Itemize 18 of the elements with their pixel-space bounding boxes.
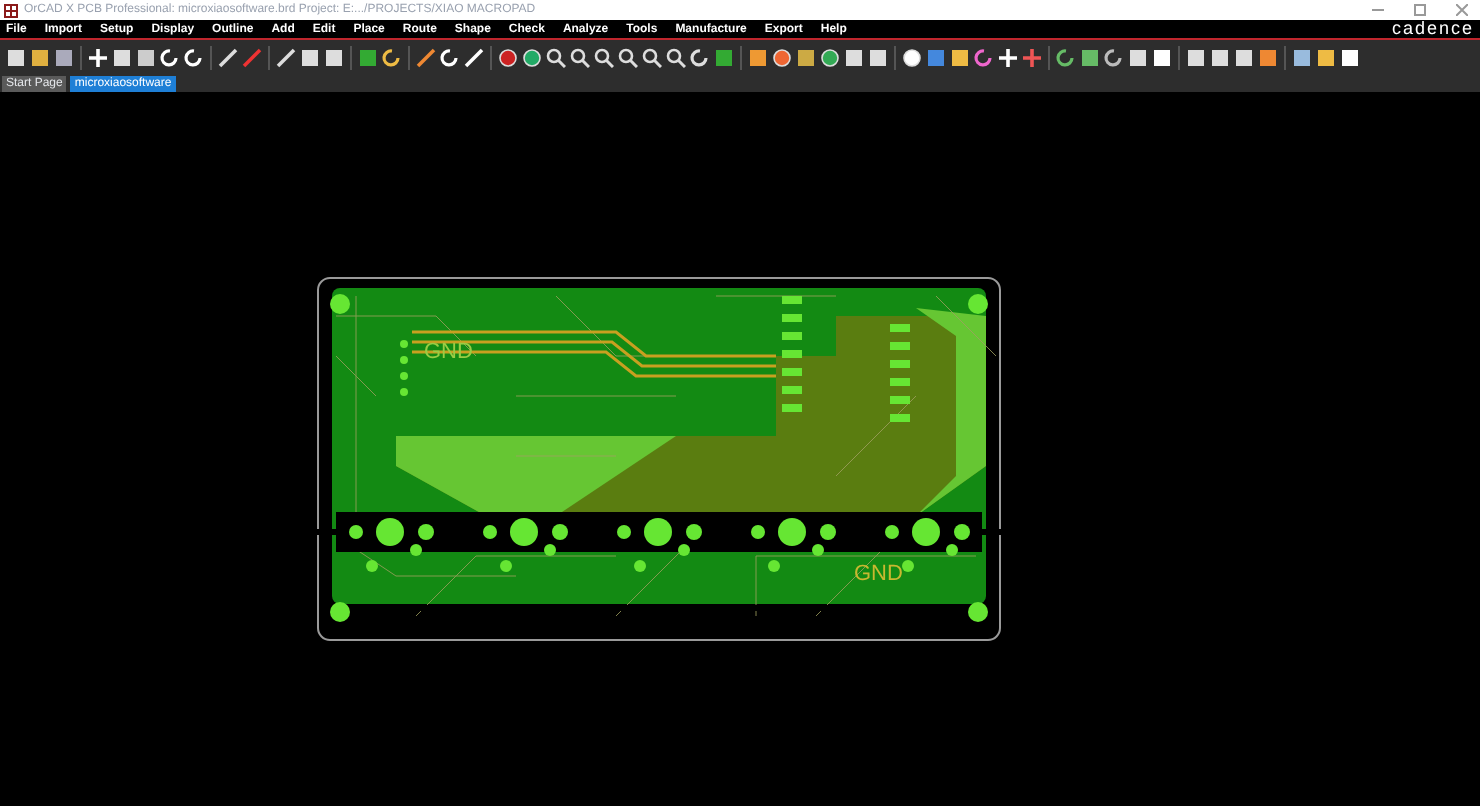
minimize-icon[interactable] bbox=[1372, 4, 1384, 16]
app-logo-icon bbox=[4, 3, 18, 17]
zoom-icon[interactable] bbox=[546, 47, 566, 67]
undo-icon[interactable] bbox=[160, 47, 180, 67]
net-label: GND bbox=[854, 562, 903, 586]
zoom-icon[interactable] bbox=[570, 47, 590, 67]
zoom-out-icon[interactable] bbox=[618, 47, 638, 67]
move-icon[interactable] bbox=[88, 47, 108, 67]
maximize-icon[interactable] bbox=[1414, 4, 1426, 16]
brand-logo: cadence bbox=[1391, 20, 1474, 38]
circle-icon[interactable] bbox=[498, 47, 518, 67]
zoom-in-icon[interactable] bbox=[594, 47, 614, 67]
zoom-icon[interactable] bbox=[666, 47, 686, 67]
redo-icon[interactable] bbox=[184, 47, 204, 67]
circle-icon[interactable] bbox=[522, 47, 542, 67]
refresh-icon[interactable] bbox=[690, 47, 710, 67]
close-icon[interactable] bbox=[1456, 4, 1468, 16]
zoom-icon[interactable] bbox=[642, 47, 662, 67]
